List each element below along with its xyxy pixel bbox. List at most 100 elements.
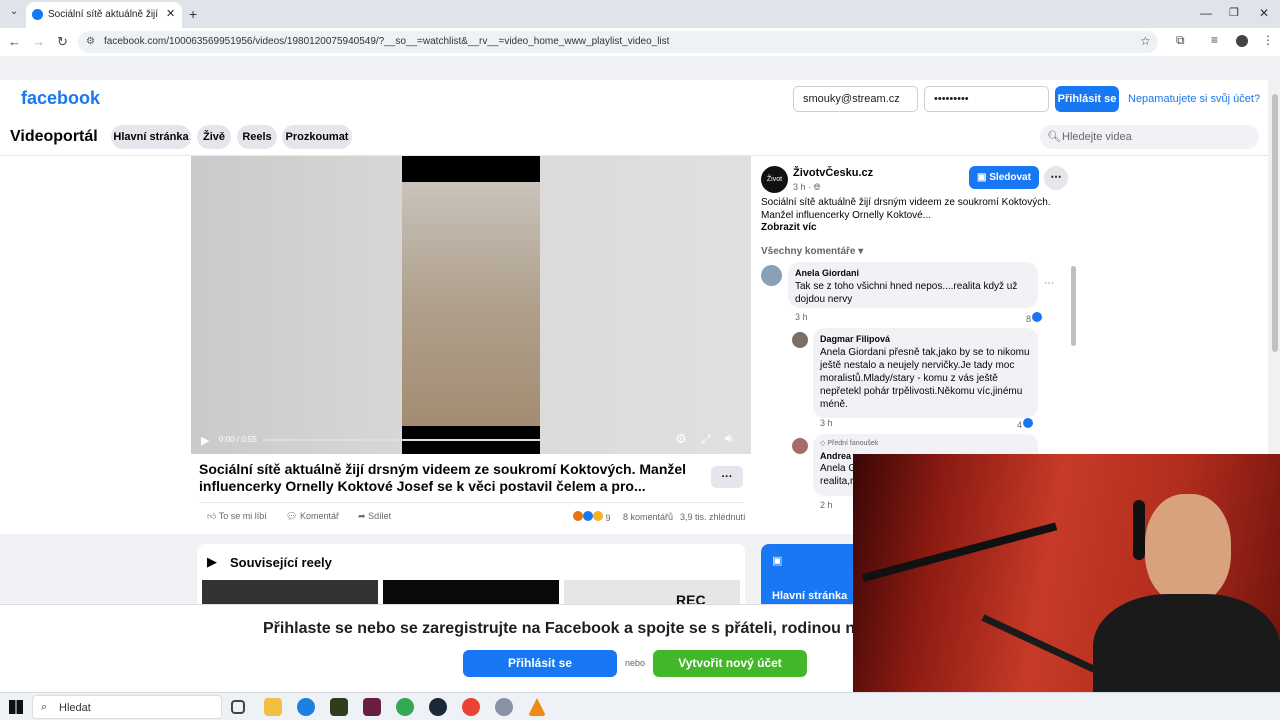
comment-avatar[interactable] <box>792 438 808 454</box>
close-window-icon[interactable]: ✕ <box>1259 6 1269 20</box>
share-button[interactable]: ➦ Sdílet <box>358 511 391 522</box>
post-time-text: 3 h <box>793 182 806 192</box>
page-avatar[interactable]: Život <box>761 166 788 193</box>
password-field[interactable]: ••••••••• <box>924 86 1049 112</box>
browser-menu-icon[interactable]: ⋮ <box>1262 33 1274 47</box>
comment-author[interactable]: Dagmar Filipová <box>820 334 890 344</box>
mic-arm <box>861 522 1058 582</box>
thumbs-up-icon: 👍︎ <box>207 511 217 521</box>
search-icon: 🔍︎ <box>1047 131 1061 143</box>
back-icon[interactable]: ← <box>8 34 21 49</box>
haha-reaction-icon <box>593 511 603 521</box>
chrome-icon[interactable] <box>396 698 414 716</box>
taskbar-search-label: Hledat <box>59 702 91 714</box>
globe-icon: 🌐︎ <box>813 182 821 192</box>
login-button[interactable]: Přihlásit se <box>1055 86 1119 112</box>
browser-tab[interactable]: Sociální sítě aktuálně žijí drsným ✕ <box>26 2 182 28</box>
share-icon: ➦ <box>358 511 366 521</box>
reading-list-icon[interactable]: ≡ <box>1211 33 1218 47</box>
facebook-header: facebook smouky@stream.cz ••••••••• Přih… <box>0 80 1268 118</box>
like-label: To se mi líbí <box>218 511 267 521</box>
reload-icon[interactable]: ↻ <box>57 34 68 50</box>
video-search-input[interactable]: 🔍︎ Hledejte videa <box>1040 125 1259 149</box>
restore-icon[interactable]: ❐ <box>1229 6 1239 19</box>
comments-scrollbar[interactable] <box>1071 266 1076 346</box>
post-time: 3 h · 🌐︎ <box>793 182 821 192</box>
comment-like-count: 4 <box>1017 418 1034 430</box>
comment-options-icon[interactable]: ⋯ <box>1044 278 1054 289</box>
all-comments-filter[interactable]: Všechny komentáře ▾ <box>761 246 863 257</box>
bookmark-star-icon[interactable]: ☆ <box>1140 34 1151 48</box>
windows-taskbar: ⌕ Hledat <box>0 692 1280 720</box>
address-bar-row: ← → ↻ ⚙ facebook.com/100063569951956/vid… <box>0 28 1280 56</box>
search-placeholder: Hledejte videa <box>1062 131 1132 143</box>
comment-avatar[interactable] <box>761 265 782 286</box>
webcam-overlay <box>853 454 1280 720</box>
comment-author[interactable]: Anela Giordani <box>795 268 859 278</box>
play-icon[interactable]: ▶ <box>201 434 209 447</box>
tab-reels[interactable]: Reels <box>237 125 277 149</box>
page-scrollbar-thumb[interactable] <box>1272 94 1278 352</box>
follow-button[interactable]: ▣ Sledovat <box>969 166 1039 189</box>
home-card-label: Hlavní stránka <box>772 590 848 602</box>
comment-bubble: Dagmar Filipová Anela Giordani přesně ta… <box>813 328 1038 418</box>
tab-list-button[interactable]: ⌄ <box>6 6 22 22</box>
like-reaction-icon <box>583 511 593 521</box>
steam-icon[interactable] <box>429 698 447 716</box>
site-info-icon[interactable]: ⚙ <box>86 36 95 47</box>
comment-text-line2: realita,r <box>820 476 854 487</box>
comment-avatar[interactable] <box>792 332 808 348</box>
tab-live[interactable]: Živě <box>197 125 231 149</box>
comments-count[interactable]: 8 komentářů <box>623 512 673 522</box>
app-icon[interactable] <box>330 698 348 716</box>
app-icon[interactable] <box>363 698 381 716</box>
post-text: Sociální sítě aktuálně žijí drsným videe… <box>761 197 1051 221</box>
url-field[interactable]: ⚙ facebook.com/100063569951956/videos/19… <box>78 31 1158 53</box>
chevron-down-icon: ▾ <box>858 246 864 257</box>
video-title: Sociální sítě aktuálně žijí drsným videe… <box>199 461 687 494</box>
post-options-button[interactable]: ⋯ <box>1044 166 1068 190</box>
comment-time: 3 h <box>795 312 808 322</box>
like-button[interactable]: 👍︎ To se mi líbí <box>207 511 267 522</box>
taskbar-search[interactable]: ⌕ Hledat <box>32 695 222 719</box>
task-view-icon[interactable] <box>231 700 245 714</box>
video-time: 0:00 / 0:55 <box>219 435 257 444</box>
comment-author[interactable]: Andrea <box>820 451 851 461</box>
comment-button[interactable]: 💬︎ Komentář <box>286 511 339 522</box>
vlc-icon[interactable] <box>528 698 546 716</box>
reels-icon: ▶ <box>207 554 217 569</box>
profile-icon[interactable] <box>1236 35 1248 47</box>
email-field[interactable]: smouky@stream.cz <box>793 86 918 112</box>
streamer-head <box>1145 494 1231 604</box>
fullscreen-icon[interactable]: ⤢ <box>701 432 711 447</box>
chrome-icon[interactable] <box>462 698 480 716</box>
create-account-button[interactable]: Vytvořit nový účet <box>653 650 807 677</box>
tab-home[interactable]: Hlavní stránka <box>111 125 191 149</box>
page-name[interactable]: ŽivotvČesku.cz <box>793 167 873 179</box>
facebook-logo[interactable]: facebook <box>21 88 100 109</box>
new-tab-icon[interactable]: + <box>189 6 197 22</box>
close-tab-icon[interactable]: ✕ <box>166 7 175 20</box>
video-player[interactable]: ▶ 0:00 / 0:55 ⚙ ⤢ 🔊︎ <box>191 156 751 454</box>
video-icon: ▣ <box>772 555 783 567</box>
tab-explore[interactable]: Prozkoumat <box>282 125 352 149</box>
video-portal-nav: Videoportál Hlavní stránka Živě Reels Pr… <box>0 118 1268 156</box>
video-frame <box>402 156 540 454</box>
reactions-summary[interactable]: 9 <box>573 511 611 523</box>
banner-login-button[interactable]: Přihlásit se <box>463 650 617 677</box>
forgot-account-link[interactable]: Nepamatujete si svůj účet? <box>1128 93 1260 105</box>
video-options-button[interactable]: ··· <box>711 466 743 488</box>
edge-icon[interactable] <box>297 698 315 716</box>
volume-icon[interactable]: 🔊︎ <box>725 431 733 446</box>
headphones <box>1133 500 1145 560</box>
forward-icon[interactable]: → <box>32 34 45 49</box>
minimize-icon[interactable]: — <box>1200 6 1212 20</box>
settings-icon[interactable]: ⚙ <box>675 431 687 447</box>
see-more-link[interactable]: Zobrazit víc <box>761 222 817 233</box>
extensions-icon[interactable]: ⧉ <box>1176 33 1185 48</box>
app-icon[interactable] <box>495 698 513 716</box>
banner-text: Přihlaste se nebo se zaregistrujte na Fa… <box>263 620 874 637</box>
start-icon[interactable] <box>9 700 23 714</box>
progress-bar[interactable] <box>263 439 663 441</box>
file-explorer-icon[interactable] <box>264 698 282 716</box>
